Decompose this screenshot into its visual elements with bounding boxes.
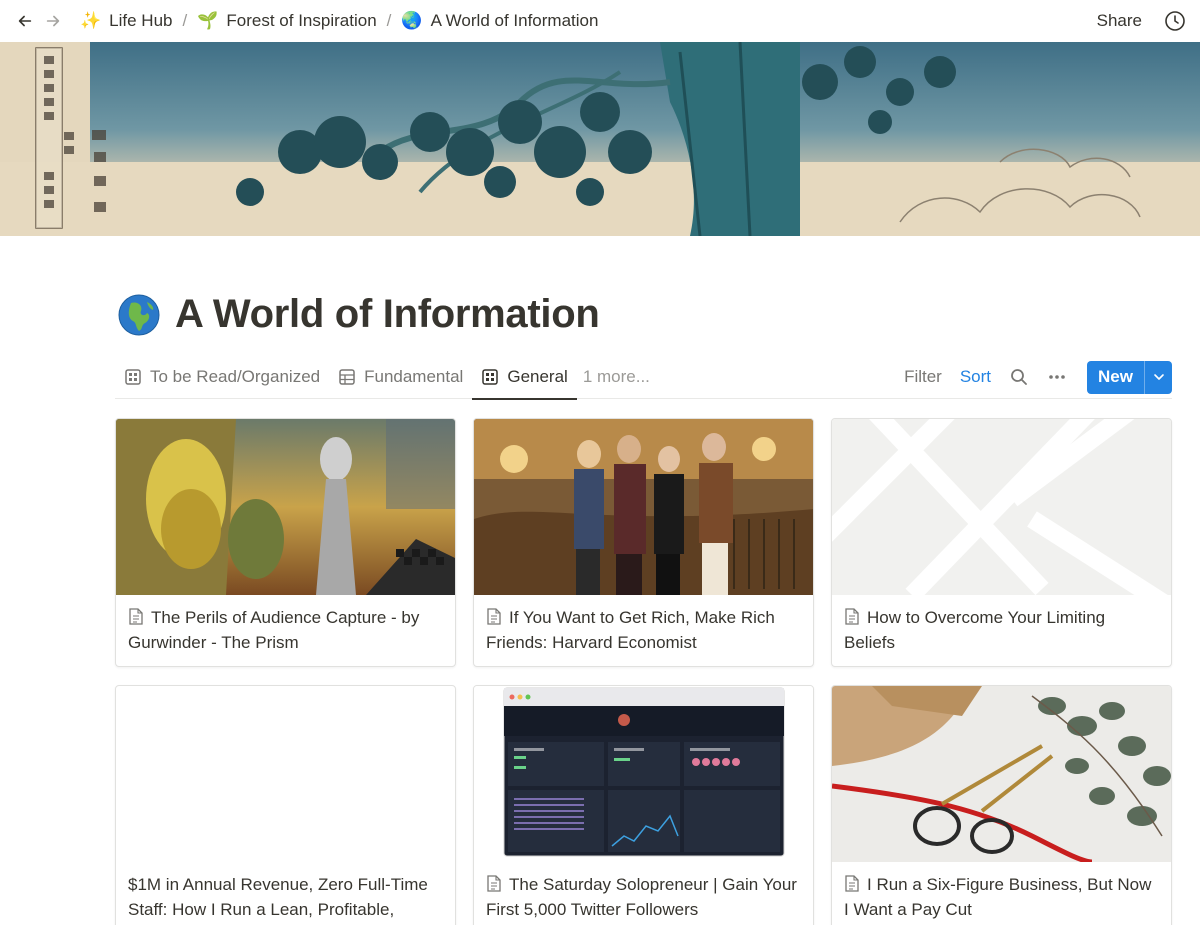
ellipsis-icon[interactable] bbox=[1047, 367, 1067, 387]
breadcrumb-separator: / bbox=[182, 11, 188, 30]
card-title-text: The Perils of Audience Capture - by Gurw… bbox=[128, 608, 420, 652]
forward-button[interactable] bbox=[42, 10, 64, 32]
page-title-row: A World of Information bbox=[117, 292, 600, 337]
gallery-card[interactable]: The Perils of Audience Capture - by Gurw… bbox=[115, 418, 456, 667]
back-button[interactable] bbox=[14, 10, 36, 32]
document-icon bbox=[129, 608, 143, 625]
gallery-card[interactable]: I Run a Six-Figure Business, But Now I W… bbox=[831, 685, 1172, 925]
card-title: The Saturday Solopreneur | Gain Your Fir… bbox=[474, 862, 813, 922]
tab-to-be-read-organized[interactable]: To be Read/Organized bbox=[115, 356, 329, 399]
card-cover-image bbox=[116, 419, 455, 595]
tab-general[interactable]: General bbox=[472, 356, 578, 400]
breadcrumb-label: Forest of Inspiration bbox=[226, 11, 377, 30]
tab-fundamental[interactable]: Fundamental bbox=[329, 356, 472, 399]
page-title[interactable]: A World of Information bbox=[175, 292, 600, 337]
breadcrumb-life-hub[interactable]: ✨ Life Hub bbox=[76, 9, 177, 33]
card-title: How to Overcome Your Limiting Beliefs bbox=[832, 595, 1171, 655]
card-title: $1M in Annual Revenue, Zero Full-Time St… bbox=[116, 862, 455, 922]
document-icon bbox=[845, 608, 859, 625]
breadcrumb-separator: / bbox=[386, 11, 392, 30]
card-title-text: How to Overcome Your Limiting Beliefs bbox=[844, 608, 1106, 652]
breadcrumb-forest-of-inspiration[interactable]: 🌱 Forest of Inspiration bbox=[193, 9, 380, 33]
card-title-text: If You Want to Get Rich, Make Rich Frien… bbox=[486, 608, 775, 652]
cover-image bbox=[0, 42, 1200, 236]
card-cover-image bbox=[474, 419, 813, 595]
globe-icon: 🌏 bbox=[401, 11, 423, 30]
card-cover-image bbox=[832, 686, 1171, 862]
gallery-icon bbox=[125, 369, 141, 385]
new-button[interactable]: New bbox=[1087, 360, 1172, 394]
card-title-text: $1M in Annual Revenue, Zero Full-Time St… bbox=[128, 875, 428, 919]
card-cover-image bbox=[474, 686, 813, 862]
card-title: If You Want to Get Rich, Make Rich Frien… bbox=[474, 595, 813, 655]
card-title: I Run a Six-Figure Business, But Now I W… bbox=[832, 862, 1171, 922]
gallery-card[interactable]: How to Overcome Your Limiting Beliefs bbox=[831, 418, 1172, 667]
share-button[interactable]: Share bbox=[1097, 11, 1142, 31]
arrow-right-icon bbox=[46, 15, 60, 27]
breadcrumb-label: Life Hub bbox=[109, 11, 173, 30]
card-title: The Perils of Audience Capture - by Gurw… bbox=[116, 595, 455, 655]
search-icon[interactable] bbox=[1009, 367, 1029, 387]
more-views-button[interactable]: 1 more... bbox=[577, 367, 656, 387]
gallery-card[interactable]: The Saturday Solopreneur | Gain Your Fir… bbox=[473, 685, 814, 925]
seedling-icon: 🌱 bbox=[197, 11, 219, 30]
card-title-text: The Saturday Solopreneur | Gain Your Fir… bbox=[486, 875, 797, 919]
gallery-card[interactable]: If You Want to Get Rich, Make Rich Frien… bbox=[473, 418, 814, 667]
chevron-down-icon bbox=[1153, 374, 1164, 380]
breadcrumb-a-world-of-information[interactable]: 🌏 A World of Information bbox=[397, 9, 602, 33]
sparkles-icon: ✨ bbox=[80, 11, 102, 30]
document-icon bbox=[845, 875, 859, 892]
breadcrumb-label: A World of Information bbox=[430, 11, 599, 30]
gallery-icon bbox=[482, 369, 499, 385]
card-cover-image bbox=[116, 686, 455, 862]
document-icon bbox=[487, 875, 501, 892]
new-button-label: New bbox=[1098, 367, 1133, 386]
clock-icon[interactable] bbox=[1164, 10, 1186, 32]
card-cover-image bbox=[832, 419, 1171, 595]
view-toolbar: To be Read/Organized Fundamental General… bbox=[115, 356, 1172, 400]
tab-label: General bbox=[507, 367, 568, 386]
sort-button[interactable]: Sort bbox=[960, 367, 991, 387]
globe-asia-icon[interactable] bbox=[117, 293, 161, 337]
arrow-left-icon bbox=[18, 15, 32, 27]
tab-label: Fundamental bbox=[364, 367, 464, 386]
breadcrumb: ✨ Life Hub / 🌱 Forest of Inspiration / 🌏… bbox=[76, 9, 602, 33]
table-icon bbox=[339, 369, 355, 385]
filter-button[interactable]: Filter bbox=[904, 367, 942, 387]
top-bar: ✨ Life Hub / 🌱 Forest of Inspiration / 🌏… bbox=[0, 0, 1200, 42]
tab-label: To be Read/Organized bbox=[150, 367, 321, 386]
gallery-card[interactable]: $1M in Annual Revenue, Zero Full-Time St… bbox=[115, 685, 456, 925]
document-icon bbox=[487, 608, 501, 625]
card-title-text: I Run a Six-Figure Business, But Now I W… bbox=[844, 875, 1152, 919]
new-dropdown-button[interactable] bbox=[1144, 360, 1172, 394]
